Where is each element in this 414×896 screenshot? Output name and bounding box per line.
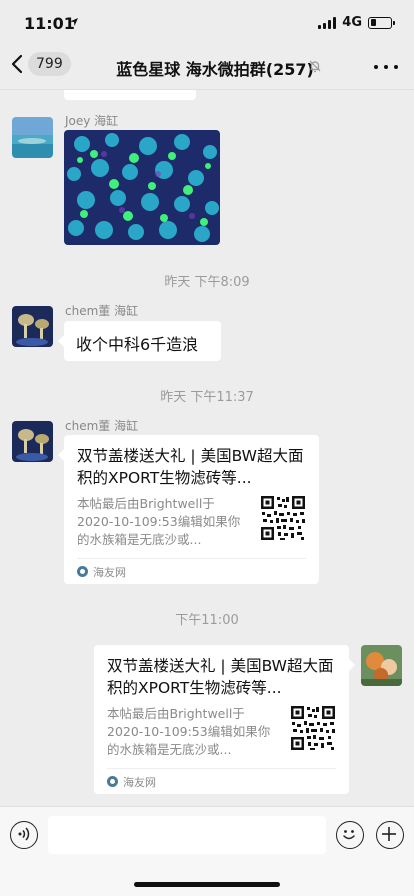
emoji-button[interactable] xyxy=(336,821,364,849)
chat-title: 蓝色星球 海水微拍群(257) xyxy=(116,60,314,79)
sender-name: chem董 海缸 xyxy=(65,419,139,433)
qr-code-icon xyxy=(290,705,336,751)
sender-name: chem董 海缸 xyxy=(65,304,139,318)
home-indicator[interactable] xyxy=(134,882,280,887)
back-button[interactable]: 799 xyxy=(10,52,71,76)
voice-icon xyxy=(18,827,30,841)
battery-icon xyxy=(368,16,395,29)
more-dots-icon xyxy=(374,65,378,69)
timestamp: 昨天 下午11:37 xyxy=(160,390,254,405)
source-logo-icon xyxy=(107,776,118,787)
signal-icon xyxy=(318,16,337,29)
message-list[interactable]: Joey 海缸 昨天 下午8:09 chem董 海缸 收个中科6千造浪 昨天 下… xyxy=(0,90,414,806)
voice-button[interactable] xyxy=(10,821,38,849)
link-title: 双节盖楼送大礼 | 美国BW超大面积的XPORT生物滤砖等... xyxy=(107,657,334,697)
qr-code-icon xyxy=(260,495,306,541)
avatar-chem[interactable] xyxy=(12,421,53,462)
timestamp: 下午11:00 xyxy=(175,613,239,628)
avatar-joey[interactable] xyxy=(12,117,53,158)
message-bubble[interactable]: 收个中科6千造浪 xyxy=(58,321,221,361)
coral-photo[interactable] xyxy=(64,130,220,245)
bell-slash-icon xyxy=(309,60,321,73)
link-card[interactable]: 双节盖楼送大礼 | 美国BW超大面积的XPORT生物滤砖等... 本帖最后由Br… xyxy=(94,645,355,794)
link-source: 海友网 xyxy=(77,558,306,584)
source-logo-icon xyxy=(77,566,88,577)
sender-name: Joey 海缸 xyxy=(65,114,119,128)
status-bar: 11:01 4G xyxy=(0,0,414,44)
link-description: 本帖最后由Brightwell于2020-10-109:53编辑如果你的水族箱是… xyxy=(107,706,271,757)
link-card[interactable]: 双节盖楼送大礼 | 美国BW超大面积的XPORT生物滤砖等... 本帖最后由Br… xyxy=(58,435,319,584)
status-time: 11:01 xyxy=(24,14,75,33)
unread-count-badge: 799 xyxy=(28,52,71,76)
avatar-self[interactable] xyxy=(361,645,402,686)
avatar-chem[interactable] xyxy=(12,306,53,347)
more-functions-button[interactable] xyxy=(376,821,404,849)
plus-icon xyxy=(382,827,396,841)
status-indicators: 4G xyxy=(318,15,395,30)
timestamp: 昨天 下午8:09 xyxy=(164,275,250,290)
chat-header: 799 蓝色星球 海水微拍群(257) xyxy=(0,44,414,90)
link-title: 双节盖楼送大礼 | 美国BW超大面积的XPORT生物滤砖等... xyxy=(77,447,304,487)
more-options-button[interactable] xyxy=(374,56,398,78)
emoji-icon xyxy=(343,830,355,840)
source-name: 海友网 xyxy=(93,565,126,579)
message-input[interactable] xyxy=(48,816,326,854)
link-source: 海友网 xyxy=(107,768,336,794)
network-type: 4G xyxy=(342,15,362,30)
source-name: 海友网 xyxy=(123,775,156,789)
previous-message-bubble[interactable] xyxy=(64,90,196,100)
link-description: 本帖最后由Brightwell于2020-10-109:53编辑如果你的水族箱是… xyxy=(77,496,241,547)
location-arrow-icon xyxy=(70,18,78,26)
chevron-left-icon xyxy=(11,54,23,74)
